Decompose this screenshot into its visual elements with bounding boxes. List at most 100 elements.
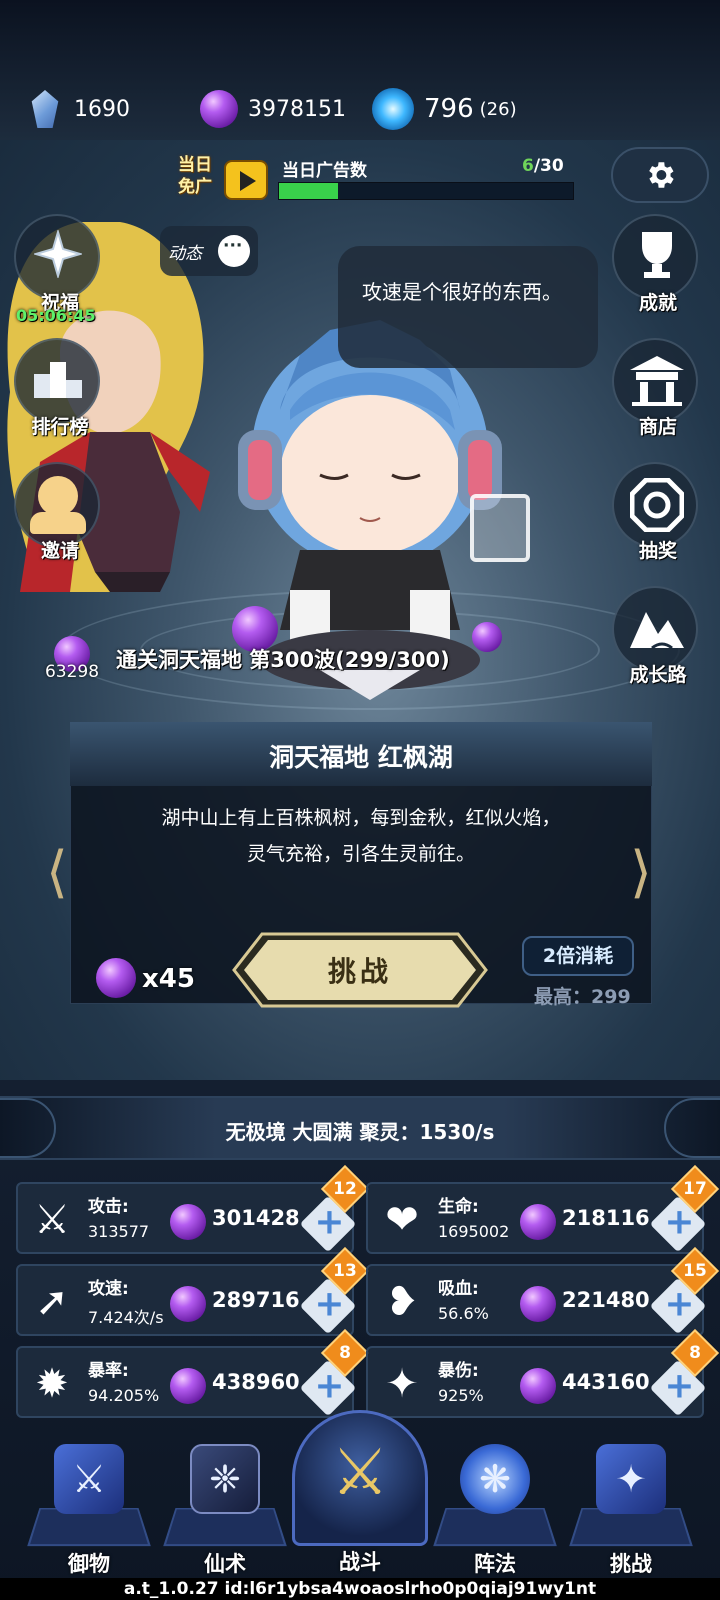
achievement-label: 成就 (638, 292, 677, 314)
stat-name: 攻速: (88, 1279, 129, 1299)
stage-description-line-2: 灵气充裕，引各生灵前往。 (246, 843, 475, 865)
best-record: 最高：299 (534, 986, 631, 1008)
free-ad-badge-text: 当日免广 (178, 155, 212, 197)
stat-name: 攻击: (88, 1197, 129, 1217)
upgrade-cost: 289716 (212, 1288, 300, 1312)
artifact-icon: ⚔ (54, 1444, 124, 1514)
upgrade-cost: 438960 (212, 1370, 300, 1394)
lightning-gem-value: 796 (424, 94, 474, 124)
feed-label: 动态 (168, 244, 202, 264)
nav-battle[interactable]: ⚔ 战斗 (292, 1410, 428, 1580)
spirit-orb-icon (200, 90, 238, 128)
wave-progress: 63298 通关洞天福地 第300波(299/300) (40, 632, 510, 692)
upgrade-cost: 443160 (562, 1370, 650, 1394)
gear-icon (649, 162, 674, 188)
nav-label: 挑战 (610, 1552, 652, 1576)
podium-icon (34, 362, 82, 398)
spirit-orb-icon (520, 1204, 556, 1240)
lottery-icon (630, 478, 684, 532)
nav-label: 御物 (68, 1552, 110, 1576)
ad-count-current: 6 (522, 156, 534, 176)
challenge-icon: ✦ (596, 1444, 666, 1514)
spirit-orb-icon (170, 1286, 206, 1322)
stat-value: 313577 (88, 1222, 150, 1241)
spirit-orb-icon (520, 1286, 556, 1322)
ad-progress-fill (279, 183, 338, 199)
prev-stage-arrow-icon[interactable]: ⟨ (46, 840, 68, 905)
spirit-orb-value: 3978151 (248, 96, 346, 122)
feed-button[interactable]: 动态 (160, 226, 258, 276)
nav-label: 阵法 (474, 1552, 516, 1576)
stat-value: 925% (438, 1386, 484, 1405)
stage-title: 洞天福地 红枫湖 (269, 743, 453, 772)
nav-artifact[interactable]: ⚔ 御物 (27, 1430, 151, 1580)
leaderboard-label: 排行榜 (31, 416, 89, 438)
upgrade-cost: 218116 (562, 1206, 650, 1230)
next-stage-arrow-icon[interactable]: ⟩ (630, 840, 652, 905)
chat-bubble-icon (218, 235, 250, 267)
challenge-cost: x45 (142, 964, 195, 994)
shop-label: 商店 (638, 416, 677, 438)
blessing-timer: 05:06:45 (16, 306, 96, 325)
stat-card-crit-damage: ✦ 暴伤: 925% 443160 8 (366, 1328, 720, 1418)
trophy-icon (642, 232, 672, 278)
lightning-gem-icon (372, 88, 414, 130)
challenge-label: 挑战 (327, 955, 392, 988)
spirit-orb-icon (96, 958, 136, 998)
ad-count: 6/30 (522, 156, 564, 176)
heart-icon: ❤ (385, 1197, 419, 1243)
tv-play-icon (224, 160, 268, 200)
spirit-orb-icon (520, 1368, 556, 1404)
free-ad-badge[interactable]: 当日免广 (178, 152, 270, 204)
stat-name: 生命: (438, 1197, 479, 1217)
stat-name: 吸血: (438, 1279, 479, 1299)
stat-name: 暴率: (88, 1361, 129, 1381)
stage-description: 湖中山上有上百株枫树，每到金秋，红似火焰， 灵气充裕，引各生灵前往。 (96, 800, 626, 872)
stat-value: 1695002 (438, 1222, 510, 1241)
mountain-path-icon (630, 612, 684, 650)
realm-text: 无极境 大圆满 聚灵：1530/s (225, 1120, 495, 1144)
invite-user-body (30, 512, 86, 534)
spirit-orb-icon (170, 1368, 206, 1404)
stat-card-attack: ⚔ 攻击: 313577 301428 12 (16, 1164, 370, 1254)
ad-count-total: /30 (533, 156, 564, 176)
challenge-button[interactable]: 挑战 (232, 932, 488, 1008)
crystal-value: 1690 (74, 96, 130, 122)
nav-formation[interactable]: ❋ 阵法 (433, 1430, 557, 1580)
stat-name: 暴伤: (438, 1361, 479, 1381)
blessing-star-icon (34, 230, 82, 278)
nav-label: 仙术 (204, 1552, 246, 1576)
resource-lightning-gem: 796 (26) (372, 88, 517, 130)
crystal-icon (31, 90, 59, 128)
formation-icon: ❋ (460, 1444, 530, 1514)
wave-orb-count: 63298 (44, 662, 100, 682)
lightning-gem-extra: (26) (479, 98, 517, 120)
resource-spirit-orb: 3978151 (200, 90, 346, 128)
invite-user-icon (38, 476, 78, 516)
battle-trident-icon: ⚔ (331, 1436, 389, 1510)
version-footer: a.t_1.0.27 id:l6r1ybsa4woaoslrho0p0qiaj9… (0, 1578, 720, 1600)
settings-button[interactable] (611, 147, 709, 203)
wave-progress-text: 通关洞天福地 第300波(299/300) (116, 648, 450, 672)
sword-icon: ⚔ (34, 1197, 70, 1243)
resource-crystal: 1690 (26, 90, 130, 128)
shop-pavilion-icon (630, 356, 684, 406)
crit-rate-icon: ✹ (35, 1361, 69, 1407)
gift-box-icon[interactable] (470, 494, 530, 562)
invite-label: 邀请 (40, 540, 79, 562)
upgrade-cost: 221480 (562, 1288, 650, 1312)
stat-card-health: ❤ 生命: 1695002 218116 17 (366, 1164, 720, 1254)
growth-path-label: 成长路 (629, 664, 687, 686)
spell-card-icon: ❈ (190, 1444, 260, 1514)
lifesteal-icon: ❥ (385, 1279, 419, 1325)
attack-speed-icon: ➚ (35, 1279, 69, 1325)
crit-damage-icon: ✦ (385, 1361, 419, 1407)
ad-count-label: 当日广告数 (282, 161, 367, 181)
nav-spell[interactable]: ❈ 仙术 (163, 1430, 287, 1580)
nav-label: 战斗 (339, 1550, 381, 1574)
stat-card-attack-speed: ➚ 攻速: 7.424次/s 289716 13 (16, 1246, 370, 1336)
stat-card-crit-rate: ✹ 暴率: 94.205% 438960 8 (16, 1328, 370, 1418)
nav-challenge[interactable]: ✦ 挑战 (569, 1430, 693, 1580)
double-cost-toggle[interactable]: 2倍消耗 (522, 936, 634, 976)
upgrade-cost: 301428 (212, 1206, 300, 1230)
